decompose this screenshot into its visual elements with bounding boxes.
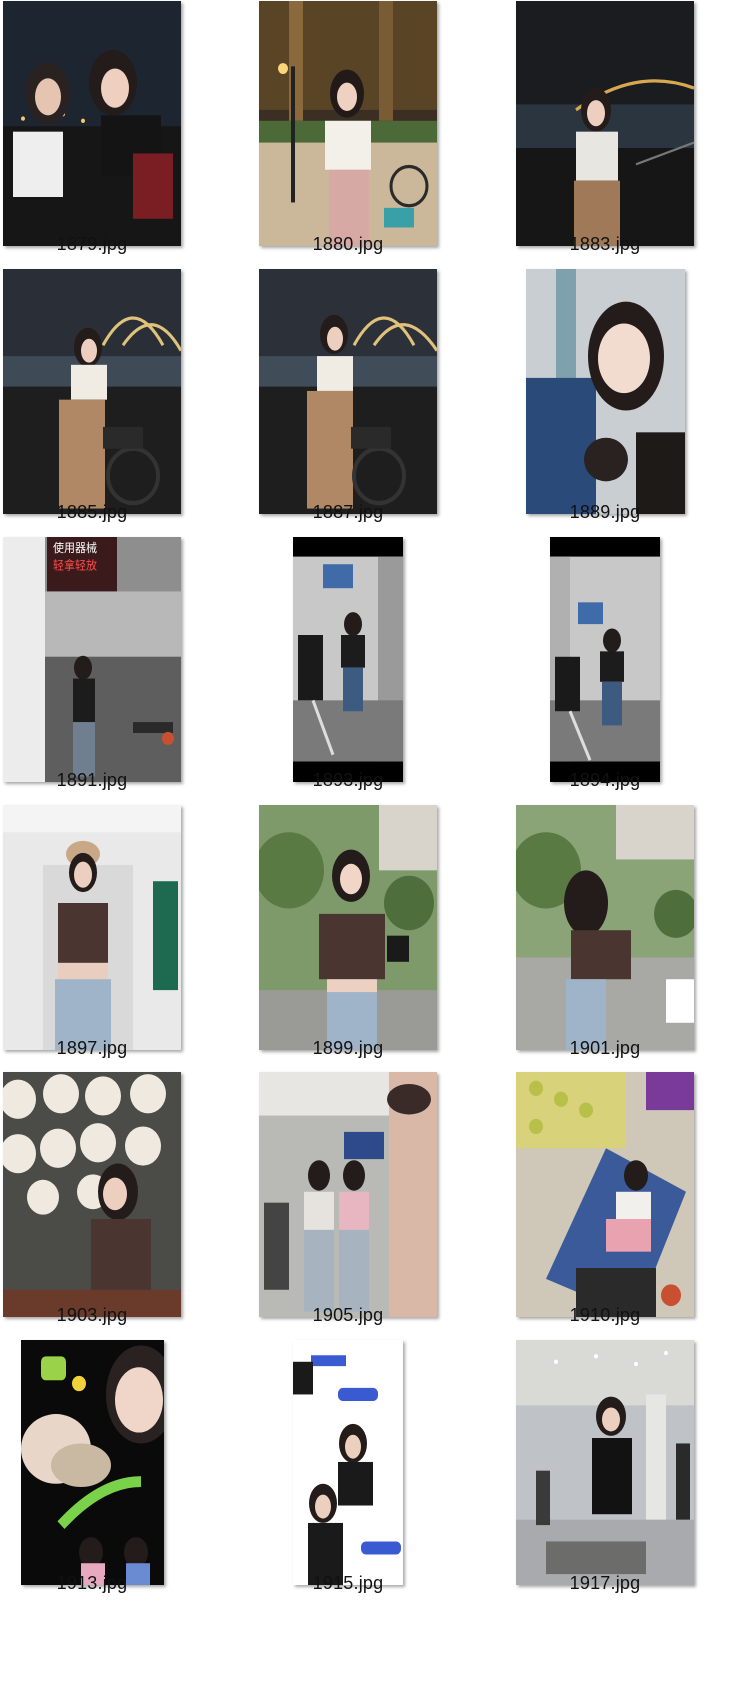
file-tile[interactable]: 1897.jpg <box>2 805 258 1073</box>
file-name: 1889.jpg <box>569 502 641 522</box>
image-thumbnail[interactable]: 使用器械 轻拿轻放 <box>3 537 181 782</box>
file-name: 1883.jpg <box>569 234 641 254</box>
thumb-container <box>258 1072 438 1318</box>
file-name: 1891.jpg <box>56 770 128 790</box>
file-name: 1915.jpg <box>312 1573 384 1593</box>
thumb-container <box>515 1340 695 1586</box>
thumb-container <box>2 805 182 1051</box>
file-name: 1913.jpg <box>56 1573 128 1593</box>
thumb-container <box>258 805 438 1051</box>
file-tile[interactable]: 1894.jpg <box>549 537 754 805</box>
file-name: 1905.jpg <box>312 1305 384 1325</box>
file-name: 1894.jpg <box>569 770 641 790</box>
image-thumbnail[interactable] <box>516 1340 694 1585</box>
file-tile[interactable]: 使用器械 轻拿轻放 1891.jpg <box>2 537 258 805</box>
image-thumbnail[interactable] <box>516 1072 694 1317</box>
image-thumbnail[interactable] <box>3 269 181 514</box>
file-tile[interactable]: 1889.jpg <box>525 269 754 537</box>
image-thumbnail[interactable] <box>3 1 181 246</box>
file-tile[interactable]: 1887.jpg <box>258 269 514 537</box>
file-tile[interactable]: 1880.jpg <box>258 1 514 269</box>
thumb-container <box>292 537 404 783</box>
image-thumbnail[interactable] <box>259 1072 437 1317</box>
image-thumbnail[interactable] <box>259 1 437 246</box>
file-tile[interactable]: 1901.jpg <box>515 805 754 1073</box>
file-tile[interactable]: 1913.jpg <box>20 1340 276 1608</box>
file-tile[interactable]: 1915.jpg <box>292 1340 548 1608</box>
image-thumbnail[interactable] <box>20 1340 164 1585</box>
file-name: 1893.jpg <box>312 770 384 790</box>
thumb-container <box>258 1 438 247</box>
file-tile[interactable]: 1917.jpg <box>515 1340 754 1608</box>
file-name: 1887.jpg <box>312 502 384 522</box>
file-tile[interactable]: 1879.jpg <box>2 1 258 269</box>
image-thumbnail[interactable] <box>516 805 694 1050</box>
thumb-container <box>258 269 438 515</box>
file-name: 1917.jpg <box>569 1573 641 1593</box>
file-tile[interactable]: 1885.jpg <box>2 269 258 537</box>
image-thumbnail[interactable] <box>525 269 685 514</box>
thumb-container <box>525 269 685 515</box>
image-thumbnail[interactable] <box>259 269 437 514</box>
file-name: 1901.jpg <box>569 1038 641 1058</box>
file-tile[interactable]: 1893.jpg <box>292 537 548 805</box>
image-thumbnail[interactable] <box>3 805 181 1050</box>
file-name: 1880.jpg <box>312 234 384 254</box>
file-tile[interactable]: 1905.jpg <box>258 1072 514 1340</box>
file-tile[interactable]: 1903.jpg <box>2 1072 258 1340</box>
file-name: 1897.jpg <box>56 1038 128 1058</box>
file-name: 1899.jpg <box>312 1038 384 1058</box>
thumb-container <box>515 1072 695 1318</box>
thumb-container <box>292 1340 404 1586</box>
file-tile[interactable]: 1899.jpg <box>258 805 514 1073</box>
file-tile[interactable]: 1910.jpg <box>515 1072 754 1340</box>
thumb-container <box>20 1340 164 1586</box>
image-thumbnail[interactable] <box>550 537 660 782</box>
thumb-container <box>2 269 182 515</box>
thumb-container: 使用器械 轻拿轻放 <box>2 537 182 783</box>
file-tile[interactable]: 1883.jpg <box>515 1 754 269</box>
image-thumbnail[interactable] <box>293 1340 403 1585</box>
svg-text:使用器械: 使用器械 <box>53 541 97 556</box>
thumb-container <box>2 1 182 247</box>
image-thumbnail[interactable] <box>259 805 437 1050</box>
image-thumbnail[interactable] <box>3 1072 181 1317</box>
image-thumbnail[interactable] <box>293 537 403 782</box>
thumb-container <box>2 1072 182 1318</box>
file-name: 1885.jpg <box>56 502 128 522</box>
file-grid: 1879.jpg 1880.jpg 1883.jpg 1885.jpg 1887… <box>0 0 754 1699</box>
file-name: 1879.jpg <box>56 234 128 254</box>
file-name: 1910.jpg <box>569 1305 641 1325</box>
thumb-container <box>515 1 695 247</box>
svg-text:轻拿轻放: 轻拿轻放 <box>53 558 97 573</box>
thumb-container <box>549 537 661 783</box>
thumb-container <box>515 805 695 1051</box>
file-name: 1903.jpg <box>56 1305 128 1325</box>
image-thumbnail[interactable] <box>516 1 694 246</box>
